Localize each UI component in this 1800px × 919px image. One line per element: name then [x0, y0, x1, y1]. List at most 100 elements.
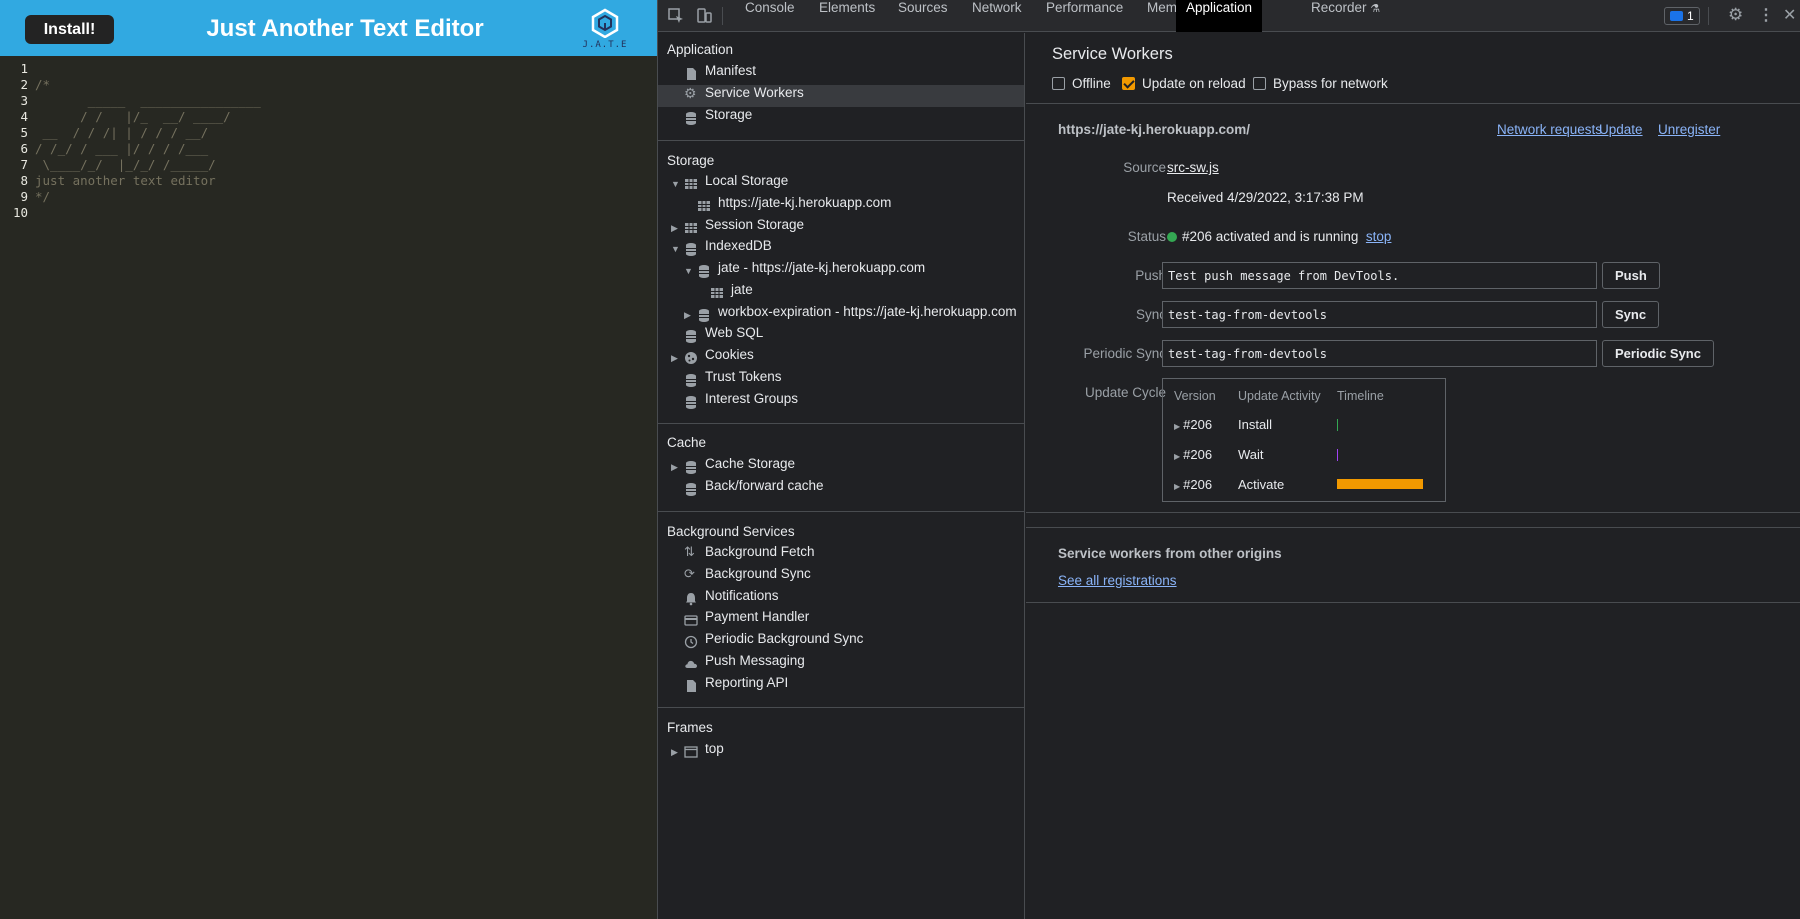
code-text[interactable]: / / |/_ __/ ____/	[35, 109, 231, 124]
code-editor[interactable]: 1 2/* 3 _____ ________________ 4 / / |/_ __…	[0, 56, 657, 919]
expanded-triangle-icon[interactable]: ▼	[671, 238, 680, 260]
sidebar-item-label: Session Storage	[705, 217, 805, 232]
editor-line[interactable]: 9 */	[0, 189, 657, 205]
collapsed-triangle-icon[interactable]: ▶	[671, 741, 678, 763]
toolbar-separator	[1708, 7, 1709, 25]
collapsed-triangle-icon[interactable]: ▶	[671, 217, 678, 239]
tab-network[interactable]: Network	[972, 0, 1022, 32]
push-button[interactable]: Push	[1602, 262, 1660, 289]
update-link[interactable]: Update	[1599, 122, 1643, 137]
editor-line[interactable]: 7 \____/_/ |_/_/ /_____/	[0, 157, 657, 173]
table-row-version[interactable]: ▶ #206	[1174, 417, 1212, 432]
push-message-input[interactable]	[1162, 262, 1597, 289]
expanded-triangle-icon[interactable]: ▼	[671, 173, 680, 195]
sidebar-item-push-messaging[interactable]: Push Messaging	[684, 653, 805, 675]
collapsed-triangle-icon[interactable]: ▶	[671, 456, 678, 478]
sidebar-item-reporting-api[interactable]: Reporting API	[684, 675, 788, 697]
gear-icon: ⚙	[684, 85, 697, 101]
editor-line[interactable]: 3 _____ ________________	[0, 93, 657, 109]
sidebar-item-cookies[interactable]: ▶ Cookies	[671, 347, 754, 369]
sidebar-item-background-sync[interactable]: ⟳ Background Sync	[684, 566, 811, 588]
sidebar-item-interest-groups[interactable]: Interest Groups	[684, 391, 798, 413]
editor-line[interactable]: 8 just another text editor	[0, 173, 657, 189]
code-text[interactable]: just another text editor	[35, 173, 216, 188]
code-text[interactable]: _____ ________________	[35, 93, 261, 108]
periodic-sync-button[interactable]: Periodic Sync	[1602, 340, 1714, 367]
sidebar-item-storage[interactable]: Storage	[684, 107, 752, 129]
unregister-link[interactable]: Unregister	[1658, 122, 1720, 137]
sidebar-item-label: Payment Handler	[705, 609, 810, 624]
line-number: 4	[20, 109, 28, 124]
expanded-triangle-icon[interactable]: ▼	[684, 260, 693, 282]
settings-gear-icon[interactable]: ⚙	[1728, 5, 1743, 25]
sidebar-item-idb-workbox[interactable]: ▶ workbox-expiration - https://jate-kj.h…	[684, 304, 1017, 326]
expand-triangle-icon[interactable]: ▶	[1174, 422, 1180, 431]
jate-app: Install! Just Another Text Editor J.A.T.…	[0, 0, 657, 919]
sidebar-item-session-storage[interactable]: ▶ Session Storage	[671, 217, 804, 239]
tab-console[interactable]: Console	[745, 0, 795, 32]
code-text[interactable]: /*	[35, 77, 50, 92]
table-row-version[interactable]: ▶ #206	[1174, 477, 1212, 492]
code-text[interactable]: __ / / /| | / / / __/	[35, 125, 209, 140]
sidebar-item-periodic-bg-sync[interactable]: Periodic Background Sync	[684, 631, 863, 653]
sidebar-item-notifications[interactable]: Notifications	[684, 588, 779, 610]
up-down-arrows-icon: ⇅	[684, 544, 695, 559]
update-on-reload-checkbox[interactable]: Update on reload	[1122, 76, 1246, 92]
checkbox-unchecked[interactable]	[1052, 77, 1065, 90]
issues-badge[interactable]: 1	[1664, 7, 1700, 25]
editor-line[interactable]: 6 / /_/ / ___ |/ / / /___	[0, 141, 657, 157]
table-row-version[interactable]: ▶ #206	[1174, 447, 1212, 462]
code-text[interactable]: */	[35, 189, 50, 204]
editor-line[interactable]: 5 __ / / /| | / / / __/	[0, 125, 657, 141]
expand-triangle-icon[interactable]: ▶	[1174, 482, 1180, 491]
see-all-registrations-link[interactable]: See all registrations	[1058, 573, 1177, 588]
source-file-link[interactable]: src-sw.js	[1167, 160, 1219, 175]
device-toolbar-icon[interactable]	[695, 7, 713, 25]
sidebar-item-local-storage-origin[interactable]: https://jate-kj.herokuapp.com	[697, 195, 891, 217]
column-header-version: Version	[1174, 389, 1216, 403]
sidebar-item-manifest[interactable]: Manifest	[684, 63, 756, 85]
editor-line[interactable]: 2 /*	[0, 77, 657, 93]
sidebar-item-trust-tokens[interactable]: Trust Tokens	[684, 369, 782, 391]
more-options-icon[interactable]: ⋮	[1758, 5, 1774, 25]
close-icon[interactable]: ✕	[1783, 5, 1796, 25]
tab-elements[interactable]: Elements	[819, 0, 875, 32]
install-button[interactable]: Install!	[25, 15, 114, 44]
sidebar-item-service-workers[interactable]: ⚙ Service Workers	[658, 85, 1024, 107]
bypass-network-checkbox[interactable]: Bypass for network	[1253, 76, 1388, 92]
editor-line[interactable]: 4 / / |/_ __/ ____/	[0, 109, 657, 125]
code-text[interactable]: / /_/ / ___ |/ / / /___	[35, 141, 208, 156]
editor-line[interactable]: 1	[0, 61, 657, 77]
bell-icon	[686, 593, 696, 606]
sidebar-item-frame-top[interactable]: ▶ top	[671, 741, 724, 763]
expand-triangle-icon[interactable]: ▶	[1174, 452, 1180, 461]
sidebar-item-web-sql[interactable]: Web SQL	[684, 325, 763, 347]
checkbox-unchecked[interactable]	[1253, 77, 1266, 90]
tab-application[interactable]: Application	[1176, 0, 1263, 32]
tab-recorder[interactable]: Recorder ⚗	[1311, 0, 1380, 32]
sidebar-item-payment-handler[interactable]: Payment Handler	[684, 609, 809, 631]
editor-line[interactable]: 10	[0, 205, 657, 221]
inspect-element-icon[interactable]	[667, 7, 685, 25]
application-sidebar: Application Manifest ⚙ Service Workers S…	[658, 33, 1025, 919]
periodic-sync-tag-input[interactable]	[1162, 340, 1597, 367]
sidebar-item-indexeddb[interactable]: ▼ IndexedDB	[671, 238, 772, 260]
sidebar-item-cache-storage[interactable]: ▶ Cache Storage	[671, 456, 795, 478]
sidebar-item-idb-jate-store[interactable]: jate	[710, 282, 753, 304]
sync-button[interactable]: Sync	[1602, 301, 1660, 328]
stop-link[interactable]: stop	[1366, 229, 1392, 244]
sidebar-item-idb-jate[interactable]: ▼ jate - https://jate-kj.herokuapp.com	[684, 260, 925, 282]
collapsed-triangle-icon[interactable]: ▶	[671, 347, 678, 369]
sidebar-item-background-fetch[interactable]: ⇅ Background Fetch	[684, 544, 815, 566]
sync-tag-input[interactable]	[1162, 301, 1597, 328]
sidebar-item-label: top	[705, 741, 724, 756]
tab-performance[interactable]: Performance	[1046, 0, 1123, 32]
tab-sources[interactable]: Sources	[898, 0, 948, 32]
offline-checkbox[interactable]: Offline	[1052, 76, 1111, 92]
code-text[interactable]: \____/_/ |_/_/ /_____/	[35, 157, 216, 172]
network-requests-link[interactable]: Network requests	[1497, 122, 1602, 137]
collapsed-triangle-icon[interactable]: ▶	[684, 304, 691, 326]
sidebar-item-bf-cache[interactable]: Back/forward cache	[684, 478, 824, 500]
sidebar-item-local-storage[interactable]: ▼ Local Storage	[671, 173, 788, 195]
checkbox-checked[interactable]	[1122, 77, 1135, 90]
